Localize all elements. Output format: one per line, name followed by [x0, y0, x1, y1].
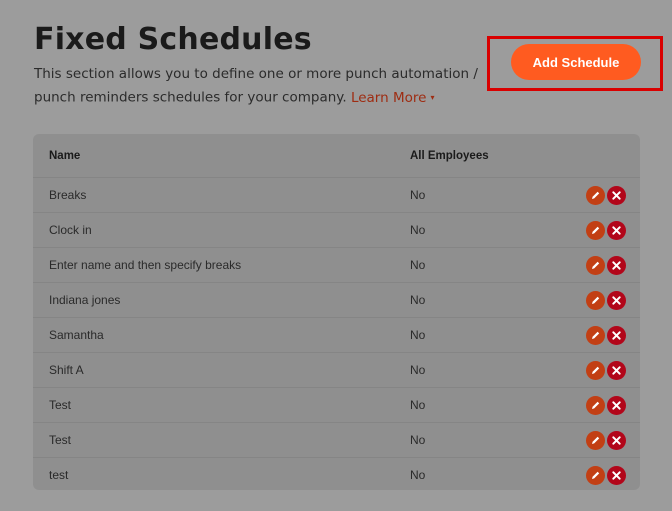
delete-button[interactable] — [607, 185, 626, 205]
close-icon — [612, 435, 621, 445]
row-actions — [570, 352, 640, 388]
edit-button[interactable] — [586, 465, 605, 485]
delete-button[interactable] — [607, 220, 626, 240]
schedule-name-cell: Samantha — [33, 317, 410, 353]
page: Fixed Schedules This section allows you … — [0, 0, 672, 511]
delete-button[interactable] — [607, 325, 626, 345]
pencil-icon — [592, 471, 600, 479]
close-icon — [612, 400, 621, 410]
delete-button[interactable] — [607, 430, 626, 450]
delete-button[interactable] — [607, 290, 626, 310]
schedule-name-cell: Test — [33, 422, 410, 458]
delete-button[interactable] — [607, 255, 626, 275]
row-actions — [570, 247, 640, 283]
close-icon — [612, 225, 621, 235]
table-row: Indiana jones No — [33, 282, 640, 318]
delete-button[interactable] — [607, 360, 626, 380]
pencil-icon — [592, 226, 600, 234]
all-employees-cell: No — [410, 387, 570, 423]
learn-more-label: Learn More — [350, 89, 427, 106]
schedule-name-cell: test — [33, 457, 410, 490]
pencil-icon — [592, 296, 600, 304]
table-row: Shift A No — [33, 352, 640, 388]
schedule-name-cell: Clock in — [33, 212, 410, 248]
all-employees-cell: No — [410, 282, 570, 318]
column-header-name: Name — [49, 149, 81, 162]
edit-button[interactable] — [586, 290, 605, 310]
all-employees-cell: No — [410, 317, 570, 353]
column-header-actions — [570, 134, 640, 178]
close-icon — [612, 190, 621, 200]
table-header-row: Name All Employees — [33, 134, 640, 178]
table-row: Clock in No — [33, 212, 640, 248]
pencil-icon — [592, 261, 600, 269]
add-schedule-button[interactable]: Add Schedule — [511, 44, 641, 80]
pencil-icon — [592, 401, 600, 409]
row-actions — [570, 422, 640, 458]
all-employees-cell: No — [410, 352, 570, 388]
schedule-name-cell: Enter name and then specify breaks — [33, 247, 410, 283]
schedule-name-cell: Test — [33, 387, 410, 423]
table-row: Enter name and then specify breaks No — [33, 247, 640, 283]
schedule-name-cell: Indiana jones — [33, 282, 410, 318]
close-icon — [612, 470, 621, 480]
schedule-name-cell: Shift A — [33, 352, 410, 388]
row-actions — [570, 212, 640, 248]
column-header-all-employees: All Employees — [410, 149, 489, 162]
table-row: Test No — [33, 387, 640, 423]
close-icon — [612, 295, 621, 305]
edit-button[interactable] — [586, 185, 605, 205]
table-row: Breaks No — [33, 177, 640, 213]
pencil-icon — [592, 436, 600, 444]
table-body: Breaks No Clock in No Enter name and then sp… — [33, 177, 640, 490]
pencil-icon — [592, 366, 600, 374]
page-title: Fixed Schedules — [34, 22, 312, 57]
row-actions — [570, 177, 640, 213]
all-employees-cell: No — [410, 212, 570, 248]
row-actions — [570, 282, 640, 318]
all-employees-cell: No — [410, 247, 570, 283]
all-employees-cell: No — [410, 177, 570, 213]
all-employees-cell: No — [410, 422, 570, 458]
edit-button[interactable] — [586, 220, 605, 240]
edit-button[interactable] — [586, 360, 605, 380]
close-icon — [612, 260, 621, 270]
edit-button[interactable] — [586, 395, 605, 415]
pencil-icon — [592, 191, 600, 199]
schedule-name-cell: Breaks — [33, 177, 410, 213]
delete-button[interactable] — [607, 395, 626, 415]
page-description: This section allows you to define one or… — [34, 63, 484, 110]
learn-more-link[interactable]: Learn More ▾ — [351, 90, 435, 106]
row-actions — [570, 387, 640, 423]
edit-button[interactable] — [586, 430, 605, 450]
schedules-table-card: Name All Employees Breaks No Clock in No Ent… — [33, 134, 640, 490]
table-row: Test No — [33, 422, 640, 458]
delete-button[interactable] — [607, 465, 626, 485]
table-row: Samantha No — [33, 317, 640, 353]
all-employees-cell: No — [410, 457, 570, 490]
close-icon — [612, 330, 621, 340]
edit-button[interactable] — [586, 325, 605, 345]
schedules-table: Name All Employees Breaks No Clock in No Ent… — [33, 134, 640, 490]
row-actions — [570, 457, 640, 490]
row-actions — [570, 317, 640, 353]
caret-down-icon: ▾ — [430, 93, 435, 102]
table-row: test No — [33, 457, 640, 490]
close-icon — [612, 365, 621, 375]
pencil-icon — [592, 331, 600, 339]
edit-button[interactable] — [586, 255, 605, 275]
